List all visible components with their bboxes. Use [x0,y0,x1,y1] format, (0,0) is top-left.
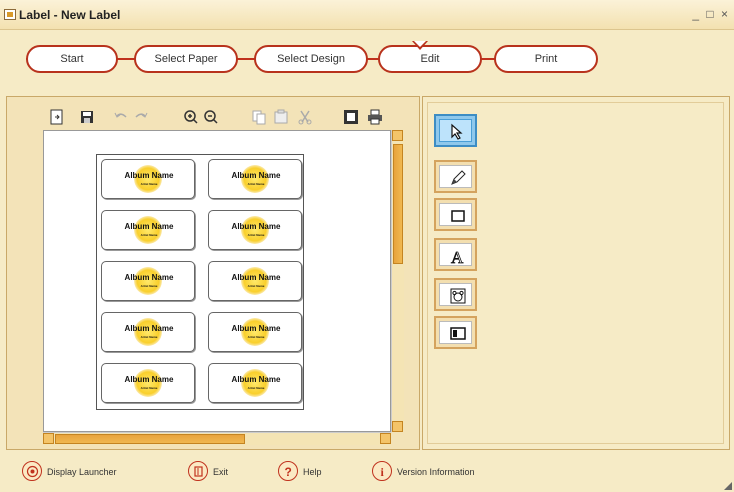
display-launcher-button[interactable]: Display Launcher [22,461,132,483]
vertical-scroll-thumb[interactable] [393,144,403,264]
horizontal-scroll-thumb[interactable] [55,434,245,444]
letter-a-icon: A [451,248,465,265]
save-icon[interactable] [78,108,96,126]
redo-icon[interactable] [132,108,150,126]
cut-icon[interactable] [296,108,314,126]
select-tool[interactable] [434,114,477,147]
album-title: Album Name [231,222,281,231]
album-title: Album Name [124,222,174,231]
clipart-tool[interactable] [434,278,477,311]
image-tool[interactable] [434,316,477,349]
album-title: Album Name [124,375,174,384]
help-question-icon: ? [278,461,298,481]
editor-toolbar [44,108,404,128]
exit-button[interactable]: Exit [188,461,238,483]
exit-door-icon [188,461,208,481]
album-label[interactable]: Album Name Artist Name [208,363,302,403]
resize-grip-icon[interactable] [724,482,732,490]
svg-text:?: ? [284,465,291,479]
display-launcher-label: Display Launcher [47,467,117,477]
active-step-pointer [412,41,428,51]
step-edit[interactable]: Edit [378,45,482,73]
window-controls[interactable]: _ □ × [692,7,730,21]
artist-name: Artist Name [140,386,158,390]
album-title: Album Name [231,273,281,282]
picture-frame-icon [450,327,466,340]
artist-name: Artist Name [247,386,265,390]
album-label[interactable]: Album Name Artist Name [208,312,302,352]
zoom-out-icon[interactable] [202,108,220,126]
step-print[interactable]: Print [494,45,598,73]
step-select-design[interactable]: Select Design [254,45,368,73]
horizontal-scrollbar[interactable] [43,432,391,445]
step-start[interactable]: Start [26,45,118,73]
label-sheet: Album Name Artist Name Album Name Artist Na… [96,154,304,410]
title-bar: Label - New Label _ □ × [0,0,734,30]
artist-name: Artist Name [140,284,158,288]
app-icon [4,9,16,20]
artist-name: Artist Name [247,233,265,237]
album-title: Album Name [124,171,174,180]
svg-text:i: i [380,465,384,479]
scroll-down-arrow-icon[interactable] [392,421,403,432]
album-title: Album Name [231,375,281,384]
artist-name: Artist Name [247,182,265,186]
properties-area [427,102,724,444]
version-information-button[interactable]: i Version Information [372,461,502,483]
rectangle-tool[interactable] [434,198,477,231]
help-button[interactable]: ? Help [278,461,338,483]
copy-icon[interactable] [250,108,268,126]
artist-name: Artist Name [140,335,158,339]
fill-color-icon[interactable] [342,108,360,126]
arrow-pointer-icon [451,123,463,140]
album-title: Album Name [231,171,281,180]
version-information-label: Version Information [397,467,475,477]
bear-face-icon [450,288,466,304]
rectangle-icon [451,210,465,222]
album-title: Album Name [124,273,174,282]
artist-name: Artist Name [140,233,158,237]
vertical-scrollbar[interactable] [391,130,404,432]
paste-icon[interactable] [272,108,290,126]
scroll-right-arrow-icon[interactable] [380,433,391,444]
pen-tool[interactable] [434,160,477,193]
text-tool[interactable]: A [434,238,477,271]
print-icon[interactable] [366,108,384,126]
info-icon: i [372,461,392,481]
album-label[interactable]: Album Name Artist Name [101,363,195,403]
label-canvas[interactable]: Album Name Artist Name Album Name Artist Na… [43,130,391,432]
album-title: Album Name [231,324,281,333]
artist-name: Artist Name [247,284,265,288]
album-title: Album Name [124,324,174,333]
window-title: Label - New Label [19,8,121,22]
album-label[interactable]: Album Name Artist Name [208,159,302,199]
exit-label: Exit [213,467,229,477]
step-select-paper[interactable]: Select Paper [134,45,238,73]
album-label[interactable]: Album Name Artist Name [208,210,302,250]
album-label[interactable]: Album Name Artist Name [101,261,195,301]
footer-bar: Display Launcher Exit ? Help i Version I… [0,452,734,492]
scroll-left-arrow-icon[interactable] [43,433,54,444]
launcher-icon [22,461,42,481]
help-label: Help [303,467,322,477]
album-label[interactable]: Album Name Artist Name [101,210,195,250]
pencil-icon [451,170,466,185]
zoom-in-icon[interactable] [182,108,200,126]
scroll-up-arrow-icon[interactable] [392,130,403,141]
album-label[interactable]: Album Name Artist Name [101,159,195,199]
svg-text:A: A [451,248,464,265]
undo-icon[interactable] [112,108,130,126]
album-label[interactable]: Album Name Artist Name [101,312,195,352]
wizard-steps: Start Select Paper Select Design Edit Pr… [0,30,734,88]
artist-name: Artist Name [247,335,265,339]
album-label[interactable]: Album Name Artist Name [208,261,302,301]
import-icon[interactable] [48,108,66,126]
artist-name: Artist Name [140,182,158,186]
